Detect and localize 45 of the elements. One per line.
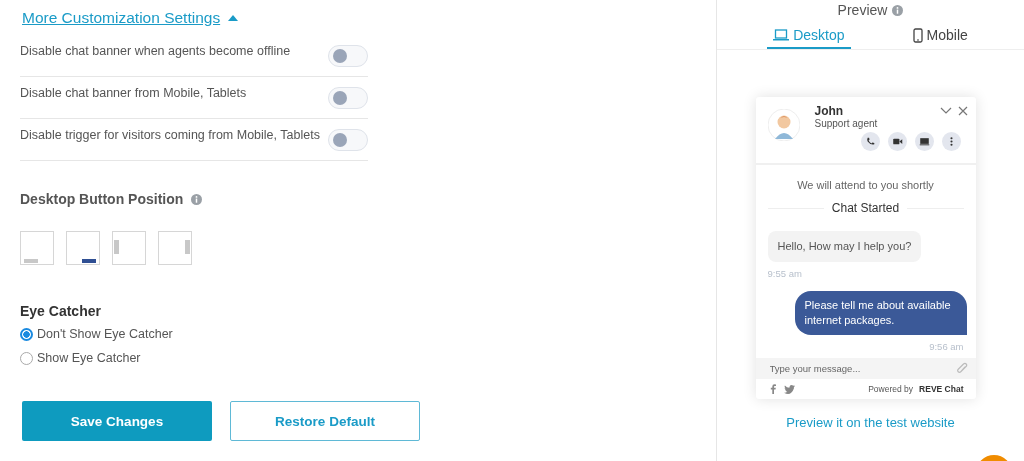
- bird-icon[interactable]: [783, 384, 795, 394]
- preview-title: Preview: [837, 2, 888, 18]
- screen-share-icon[interactable]: [914, 132, 934, 151]
- message-time: 9:55 am: [767, 268, 803, 279]
- info-icon[interactable]: [892, 4, 904, 16]
- section-title: Desktop Button Position: [20, 191, 184, 207]
- close-icon[interactable]: [957, 106, 968, 116]
- chat-started-label: Chat Started: [831, 201, 900, 215]
- setting-label: Disable chat banner from Mobile, Tablets: [20, 85, 247, 100]
- paperclip-icon[interactable]: [955, 362, 968, 375]
- radio-label[interactable]: Show Eye Catcher: [37, 351, 141, 365]
- toggle-switch[interactable]: [328, 44, 368, 67]
- agent-message: Hello, How may I help you?: [767, 231, 922, 262]
- message-input[interactable]: Type your message...: [755, 358, 976, 379]
- restore-default-button[interactable]: Restore Default: [230, 401, 420, 441]
- facebook-icon[interactable]: [769, 384, 776, 394]
- preview-tab[interactable]: Mobile: [906, 27, 974, 49]
- agent-role: Support agent: [814, 118, 878, 129]
- more-icon[interactable]: [941, 132, 961, 151]
- toggle-switch[interactable]: [328, 128, 368, 151]
- brand-name: REVE Chat: [919, 384, 964, 394]
- toggle-switch[interactable]: [328, 86, 368, 109]
- laptop-icon: [773, 29, 790, 41]
- preview-link[interactable]: Preview it on the test website: [786, 415, 955, 430]
- preview-tab[interactable]: Desktop: [767, 27, 851, 49]
- setting-label: Disable chat banner when agents become offline: [20, 43, 291, 58]
- radio-button[interactable]: [20, 327, 33, 341]
- avatar-icon: [767, 109, 800, 141]
- info-icon[interactable]: [191, 193, 203, 205]
- position-option[interactable]: [66, 231, 100, 265]
- minimize-icon[interactable]: [939, 107, 952, 115]
- settings-link[interactable]: More Customization Settings: [22, 9, 221, 27]
- chat-notice: We will attend to you shortly: [796, 179, 935, 191]
- phone-icon: [912, 27, 923, 43]
- save-button[interactable]: Save Changes: [22, 401, 212, 441]
- setting-label: Disable trigger for visitors coming from Mobile, Tablets: [20, 127, 320, 142]
- powered-by-label: Powered by: [868, 384, 914, 394]
- message-time: 9:56 am: [929, 341, 964, 352]
- visitor-message: Please tell me about available internet packages.: [794, 291, 967, 335]
- video-camera-icon[interactable]: [887, 132, 907, 151]
- section-title: Eye Catcher: [20, 303, 102, 319]
- radio-label[interactable]: Don't Show Eye Catcher: [37, 327, 173, 341]
- agent-name: John: [814, 104, 845, 118]
- caret-up-icon[interactable]: [228, 15, 239, 21]
- phone-call-icon[interactable]: [860, 132, 880, 151]
